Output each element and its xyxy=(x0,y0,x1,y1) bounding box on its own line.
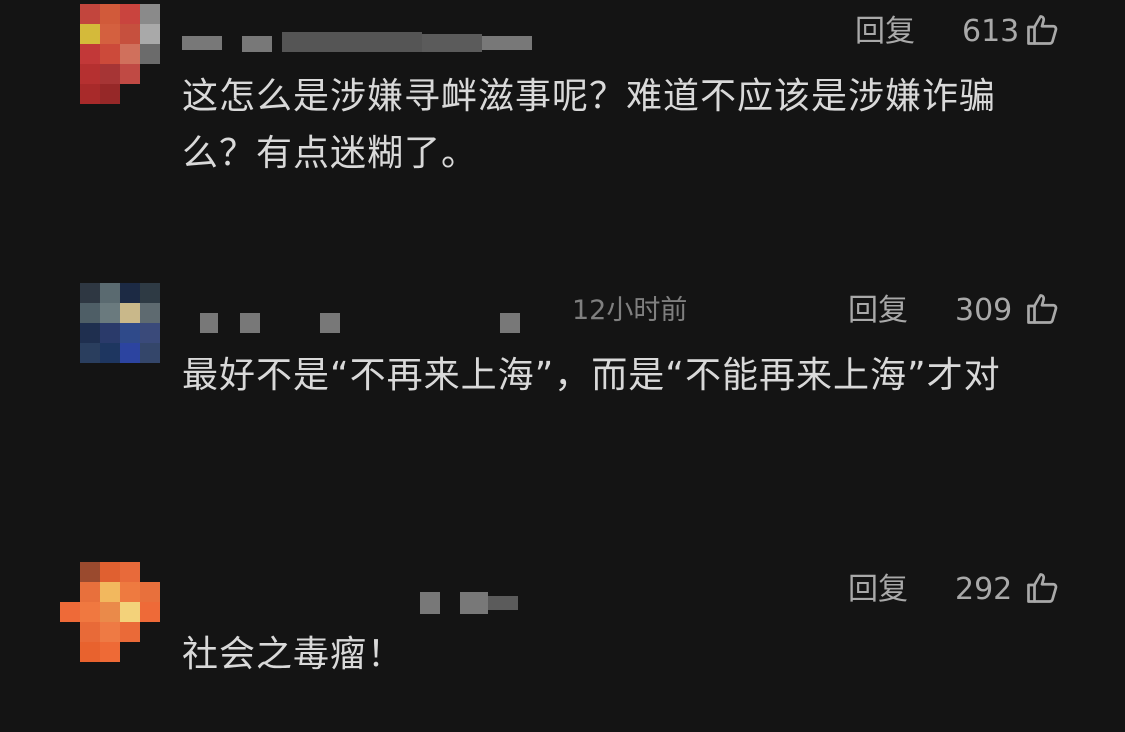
comment-text: 最好不是“不再来上海”，而是“不能再来上海”才对 xyxy=(182,355,1001,396)
thumbs-up-icon[interactable] xyxy=(1024,570,1060,606)
username[interactable] xyxy=(182,572,702,614)
thumbs-up-icon[interactable] xyxy=(1024,12,1060,48)
like-count: 613 xyxy=(962,14,1020,49)
thumbs-up-icon[interactable] xyxy=(1024,291,1060,327)
avatar[interactable] xyxy=(80,4,160,104)
comment-item: 12小时前 回复 309 最好不是“不再来上海”，而是“不能再来上海”才对 xyxy=(0,283,1125,483)
comment-text: 社会之毒瘤！ xyxy=(182,634,405,675)
reply-button[interactable]: 回复 xyxy=(855,12,915,52)
like-count: 309 xyxy=(955,293,1013,328)
comment-item: 回复 292 社会之毒瘤！ xyxy=(0,562,1125,702)
avatar[interactable] xyxy=(60,562,160,662)
like-count: 292 xyxy=(955,572,1013,607)
comment-text: 这怎么是涉嫌寻衅滋事呢？难道不应该是涉嫌诈骗么？有点迷糊了。 xyxy=(182,76,997,174)
comment-item: 回复 613 这怎么是涉嫌寻衅滋事呢？难道不应该是涉嫌诈骗么？有点迷糊了。 xyxy=(0,4,1125,224)
username[interactable] xyxy=(182,14,702,54)
reply-button[interactable]: 回复 xyxy=(848,291,908,331)
reply-button[interactable]: 回复 xyxy=(848,570,908,610)
avatar[interactable] xyxy=(80,283,160,383)
timestamp: 12小时前 xyxy=(572,295,688,326)
